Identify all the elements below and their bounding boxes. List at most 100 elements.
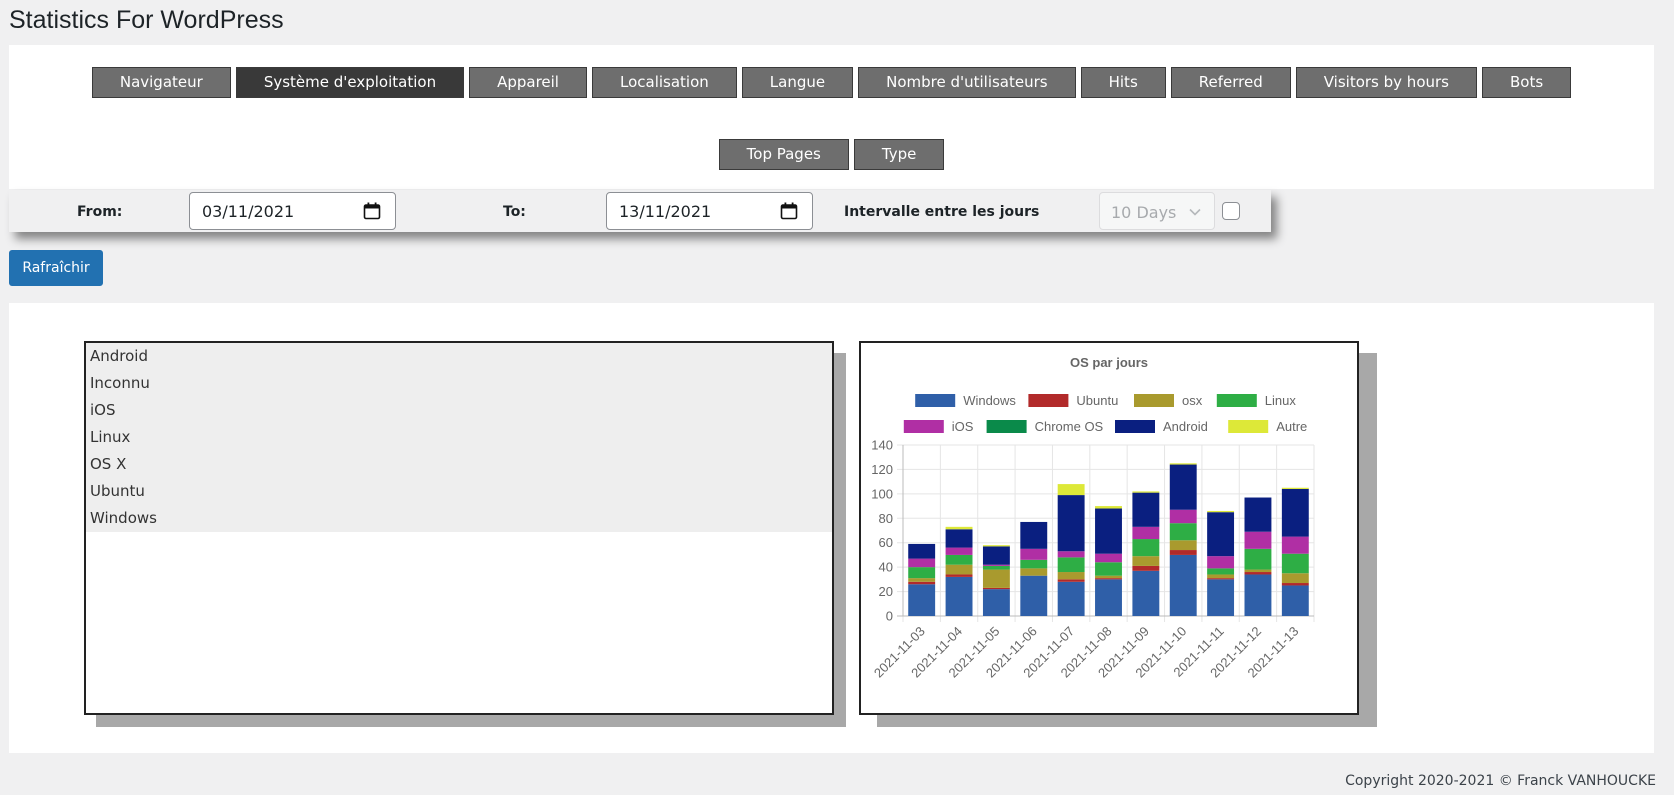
legend-label: osx (1182, 393, 1203, 408)
bar-segment (945, 526, 973, 530)
bar-segment (1095, 553, 1122, 563)
os-list-box[interactable]: Android Inconnu iOS Linux OS X Ubuntu Windows (84, 341, 834, 715)
legend-label: iOS (952, 419, 974, 434)
tab-hits[interactable]: Hits (1080, 67, 1166, 98)
os-list: Android Inconnu iOS Linux OS X Ubuntu Windows (86, 343, 832, 532)
bar-segment (1020, 548, 1048, 560)
tab-type[interactable]: Type (853, 139, 945, 170)
legend-swatch (903, 420, 944, 433)
os-list-item[interactable]: Ubuntu (86, 478, 832, 505)
tab-row-primary: Navigateur Système d'exploitation Appareil… (9, 67, 1654, 98)
bar-segment (1281, 553, 1309, 574)
bar-segment (1281, 585, 1309, 616)
os-list-item[interactable]: Android (86, 343, 832, 370)
tab-langue[interactable]: Langue (741, 67, 854, 98)
to-date-input[interactable]: 13/11/2021 (606, 192, 813, 230)
bar-segment (1244, 572, 1272, 575)
bar-segment (945, 574, 973, 577)
tab-top-pages[interactable]: Top Pages (718, 139, 849, 170)
bar-segment (945, 554, 973, 565)
bar-segment (1207, 568, 1235, 575)
refresh-button[interactable]: Rafraîchir (9, 250, 103, 286)
bar-segment (1132, 539, 1160, 557)
legend-swatch (1028, 394, 1069, 407)
legend-swatch (915, 394, 956, 407)
bar-segment (1020, 575, 1048, 616)
calendar-icon[interactable] (780, 202, 798, 220)
tab-visitors-by-hours[interactable]: Visitors by hours (1295, 67, 1477, 98)
os-list-item[interactable]: iOS (86, 397, 832, 424)
bar-segment (982, 589, 1010, 616)
tab-referred[interactable]: Referred (1170, 67, 1291, 98)
tab-appareil[interactable]: Appareil (469, 67, 587, 98)
bar-segment (1281, 487, 1309, 489)
bar-segment (1057, 484, 1085, 496)
tab-bots[interactable]: Bots (1481, 67, 1572, 98)
bar-segment (1057, 572, 1085, 580)
legend-label: Android (1163, 419, 1208, 434)
bar-segment (1169, 509, 1197, 524)
interval-select[interactable]: 10 Days (1099, 192, 1215, 230)
from-date-input[interactable]: 03/11/2021 (189, 192, 396, 230)
bar-segment (982, 564, 1010, 566)
bar-segment (1057, 581, 1085, 616)
interval-select-value: 10 Days (1111, 203, 1177, 222)
legend-label: Chrome OS (1035, 419, 1104, 434)
os-list-item[interactable]: OS X (86, 451, 832, 478)
calendar-icon[interactable] (363, 202, 381, 220)
bar-segment (1020, 521, 1048, 549)
bar-segment (1244, 574, 1272, 616)
bar-segment (982, 587, 1010, 590)
bar-segment (982, 569, 1010, 588)
legend-label: Linux (1265, 393, 1297, 408)
bar-segment (1169, 550, 1197, 555)
bar-segment (1207, 578, 1235, 580)
legend-swatch (1216, 394, 1257, 407)
tab-localisation[interactable]: Localisation (591, 67, 737, 98)
bar-segment (1244, 548, 1272, 570)
os-list-item[interactable]: Linux (86, 424, 832, 451)
tab-navigateur[interactable]: Navigateur (91, 67, 231, 98)
legend-swatch (1134, 394, 1174, 407)
os-chart-box: OS par jours Windows Ubuntu osx Linux iOS Chro… (859, 341, 1359, 715)
y-tick-label: 40 (879, 560, 893, 575)
bar-segment (1169, 540, 1197, 551)
tab-systeme-d-exploitation[interactable]: Système d'exploitation (235, 67, 465, 98)
tab-nombre-d-utilisateurs[interactable]: Nombre d'utilisateurs (858, 67, 1076, 98)
bar-segment (1095, 506, 1122, 509)
bar-segment (1281, 488, 1309, 537)
footer-copyright: Copyright 2020-2021 © Franck VANHOUCKE (1345, 773, 1656, 789)
legend-label: Autre (1276, 419, 1307, 434)
interval-checkbox[interactable] (1222, 202, 1240, 220)
bar-segment (1244, 497, 1272, 532)
bar-segment (1132, 570, 1160, 616)
y-tick-label: 0 (886, 609, 893, 624)
y-tick-label: 100 (871, 486, 893, 501)
legend-swatch (986, 420, 1027, 433)
bar-segment (908, 578, 936, 582)
bar-segment (1207, 574, 1235, 579)
chart-title: OS par jours (1070, 355, 1148, 370)
os-list-item[interactable]: Inconnu (86, 370, 832, 397)
content-panel: Android Inconnu iOS Linux OS X Ubuntu Windows … (9, 303, 1654, 753)
y-tick-label: 140 (871, 438, 893, 453)
bar-segment (1281, 583, 1309, 586)
bar-segment (908, 581, 936, 585)
bar-segment (908, 543, 936, 559)
bar-segment (1020, 559, 1048, 569)
y-tick-label: 120 (871, 462, 893, 477)
from-date-value: 03/11/2021 (202, 202, 295, 221)
bar-segment (908, 567, 936, 579)
bar-segment (1207, 579, 1235, 616)
bar-segment (1207, 556, 1235, 569)
bar-segment (1169, 523, 1197, 541)
from-label: From: (77, 204, 123, 220)
bar-segment (1169, 554, 1197, 616)
y-tick-label: 20 (879, 584, 893, 599)
bar-segment (1132, 492, 1160, 527)
to-label: To: (503, 204, 526, 220)
bar-segment (1095, 562, 1122, 576)
os-list-item[interactable]: Windows (86, 505, 832, 532)
to-date-value: 13/11/2021 (619, 202, 712, 221)
bar-segment (1095, 578, 1122, 580)
